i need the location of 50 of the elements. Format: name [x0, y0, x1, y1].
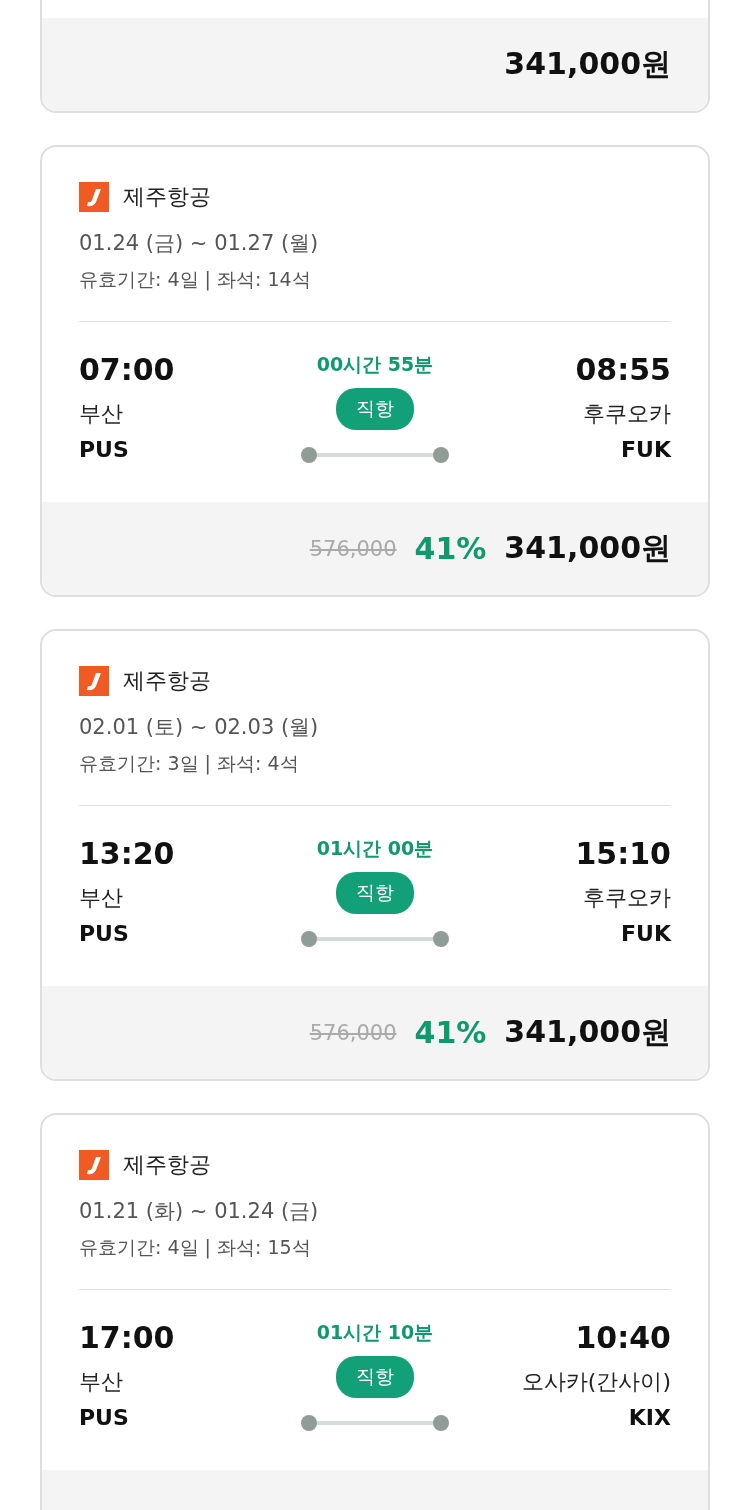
arrival-time: 08:55 — [575, 352, 671, 387]
direct-badge: 직항 — [336, 872, 414, 914]
sale-price: 341,000원 — [504, 1013, 671, 1051]
validity-seats: 유효기간: 4일 | 좌석: 15석 — [79, 1235, 671, 1261]
departure-code: PUS — [79, 437, 129, 462]
flight-card[interactable]: 제주항공 02.01 (토) ~ 02.03 (월) 유효기간: 3일 | 좌석: 4석 13:20 부산 PUS 01시간 00분 직항 15:10 후쿠오카 FUK 576,000 41% 341,000원 — [40, 629, 710, 1081]
travel-dates: 01.24 (금) ~ 01.27 (월) — [79, 230, 320, 257]
departure-code: PUS — [79, 921, 129, 946]
flight-card[interactable]: 341,000원 — [40, 0, 710, 113]
departure-time: 17:00 — [79, 1320, 175, 1355]
original-price: 576,000 — [309, 536, 397, 561]
flight-card[interactable]: 제주항공 01.21 (화) ~ 01.24 (금) 유효기간: 4일 | 좌석: 15석 17:00 부산 PUS 01시간 10분 직항 10:40 오사카(간사이) KIX — [40, 1113, 710, 1510]
validity-seats: 유효기간: 4일 | 좌석: 14석 — [79, 267, 671, 293]
departure-time: 07:00 — [79, 352, 175, 387]
sale-price: 341,000원 — [504, 529, 671, 567]
departure-time: 13:20 — [79, 836, 175, 871]
arrival-time: 10:40 — [575, 1320, 671, 1355]
airline-logo-icon — [79, 666, 109, 696]
travel-dates: 02.01 (토) ~ 02.03 (월) — [79, 714, 320, 741]
departure-code: PUS — [79, 1405, 129, 1430]
discount-rate: 41% — [414, 531, 487, 566]
flight-duration: 01시간 10분 — [316, 1320, 434, 1345]
travel-dates: 01.21 (화) ~ 01.24 (금) — [79, 1198, 320, 1225]
airline-name: 제주항공 — [123, 183, 211, 211]
airline-name: 제주항공 — [123, 1151, 211, 1179]
arrival-city: 후쿠오카 — [583, 400, 671, 428]
arrival-code: FUK — [621, 921, 671, 946]
arrival-code: FUK — [621, 437, 671, 462]
route-line-icon — [300, 446, 450, 464]
departure-city: 부산 — [79, 884, 123, 912]
discount-rate: 41% — [414, 1015, 487, 1050]
departure-city: 부산 — [79, 400, 123, 428]
direct-badge: 직항 — [336, 388, 414, 430]
arrival-city: 후쿠오카 — [583, 884, 671, 912]
arrival-city: 오사카(간사이) — [521, 1368, 671, 1396]
flight-duration: 01시간 00분 — [316, 836, 434, 861]
arrival-code: KIX — [628, 1405, 671, 1430]
departure-city: 부산 — [79, 1368, 123, 1396]
direct-badge: 직항 — [336, 1356, 414, 1398]
flight-duration: 00시간 55분 — [316, 352, 434, 377]
validity-seats: 유효기간: 3일 | 좌석: 4석 — [79, 751, 671, 777]
airline-name: 제주항공 — [123, 667, 211, 695]
sale-price: 341,000원 — [504, 45, 671, 83]
airline-logo-icon — [79, 182, 109, 212]
original-price: 576,000 — [309, 1020, 397, 1045]
arrival-time: 15:10 — [575, 836, 671, 871]
flight-card[interactable]: 제주항공 01.24 (금) ~ 01.27 (월) 유효기간: 4일 | 좌석: 14석 07:00 부산 PUS 00시간 55분 직항 08:55 후쿠오카 FUK 576,000 41% 341,000원 — [40, 145, 710, 597]
route-line-icon — [300, 930, 450, 948]
route-line-icon — [300, 1414, 450, 1432]
airline-logo-icon — [79, 1150, 109, 1180]
